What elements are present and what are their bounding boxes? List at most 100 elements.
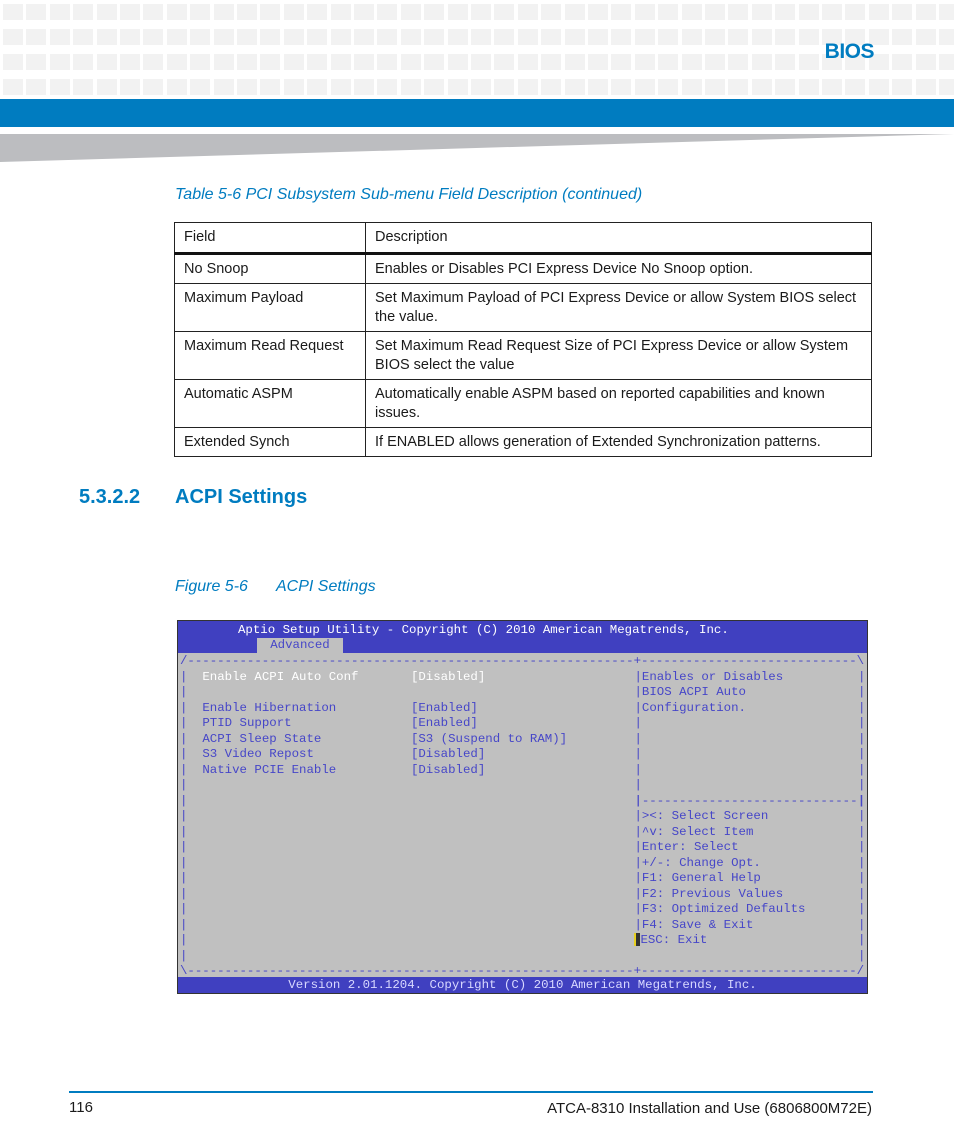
key-legend-item: +/-: Change Opt.: [641, 855, 761, 870]
section-heading: 5.3.2.2 ACPI Settings: [79, 486, 307, 509]
pattern-square: [892, 29, 913, 45]
pattern-square: [588, 4, 608, 20]
setting-value[interactable]: [Disabled]: [411, 670, 485, 686]
pattern-square: [26, 29, 47, 45]
pattern-square: [494, 29, 515, 45]
setting-name[interactable]: S3 Video Repost: [202, 747, 314, 763]
setting-name[interactable]: Native PCIE Enable: [202, 763, 336, 779]
key-legend-item: ^v: Select Item: [641, 824, 754, 839]
pattern-square: [728, 29, 749, 45]
border-divider: |: [634, 809, 642, 823]
setting-name[interactable]: ACPI Sleep State: [202, 732, 321, 748]
field-cell: Maximum Read Request: [174, 331, 366, 380]
tab-advanced[interactable]: Advanced: [257, 638, 343, 653]
pattern-square: [447, 79, 468, 95]
border-left: |: [180, 778, 188, 792]
pattern-square: [330, 79, 351, 95]
setting-name[interactable]: PTID Support: [202, 716, 291, 732]
border-left: |: [180, 809, 188, 823]
setting-value[interactable]: [S3 (Suspend to RAM)]: [411, 732, 567, 748]
pattern-square: [915, 29, 936, 45]
pattern-square: [26, 4, 47, 20]
border-right: |: [857, 809, 866, 823]
border-right: |: [857, 855, 866, 870]
pattern-square: [564, 29, 585, 45]
pattern-square: [260, 29, 281, 45]
pattern-square: [237, 54, 257, 70]
pattern-square: [377, 29, 398, 45]
pattern-square: [400, 29, 421, 45]
pattern-square: [471, 79, 491, 95]
pattern-square: [845, 4, 866, 20]
border-right: |: [857, 700, 866, 715]
border-right: |: [857, 824, 866, 839]
pattern-square: [611, 54, 632, 70]
key-legend-item: F2: Previous Values: [641, 886, 784, 901]
border-divider: |: [634, 886, 642, 901]
border-left: |: [180, 886, 188, 901]
pattern-square: [49, 29, 70, 45]
border-right: |: [857, 669, 866, 684]
header-band: [0, 99, 954, 127]
pattern-square: [307, 29, 328, 45]
section-number: 5.3.2.2: [79, 486, 141, 508]
pattern-square: [658, 79, 679, 95]
pattern-square: [517, 29, 538, 45]
border-divider: |: [634, 840, 642, 854]
pattern-square: [307, 79, 328, 95]
section-label: BIOS: [824, 40, 875, 63]
pattern-square: [728, 54, 749, 70]
setting-name[interactable]: Enable ACPI Auto Conf: [202, 670, 358, 686]
pattern-square: [424, 29, 445, 45]
pattern-square: [237, 29, 257, 45]
pattern-square: [190, 54, 211, 70]
table-row: Extended Synch If ENABLED allows generat…: [174, 427, 872, 457]
pattern-square: [915, 54, 936, 70]
border-left: |: [180, 824, 188, 839]
description-cell: If ENABLED allows generation of Extended…: [365, 427, 872, 457]
pattern-square: [354, 29, 374, 45]
pattern-square: [564, 79, 585, 95]
setting-value[interactable]: [Enabled]: [411, 701, 478, 717]
setting-value[interactable]: [Disabled]: [411, 763, 485, 779]
pattern-square: [634, 54, 655, 70]
key-legend-item: ><: Select Screen: [641, 809, 769, 823]
border-right: |: [857, 917, 866, 932]
help-separator: |-----------------------------|: [634, 793, 865, 808]
border-right: |: [857, 933, 866, 947]
pattern-square: [213, 4, 234, 20]
section-title: ACPI Settings: [175, 486, 308, 508]
bios-title: Aptio Setup Utility - Copyright (C) 2010…: [238, 623, 729, 637]
description-cell: Set Maximum Read Request Size of PCI Exp…: [365, 331, 872, 380]
pattern-square: [775, 4, 796, 20]
pattern-square: [611, 4, 632, 20]
bios-screenshot: Aptio Setup Utility - Copyright (C) 2010…: [177, 620, 868, 994]
pattern-square: [658, 4, 679, 20]
pattern-square: [541, 4, 562, 20]
pattern-square: [330, 4, 351, 20]
pattern-square: [471, 29, 491, 45]
pattern-square: [166, 79, 187, 95]
border-right: |: [857, 886, 866, 901]
border-left: |: [180, 871, 188, 885]
pattern-square: [588, 29, 608, 45]
setting-name[interactable]: Enable Hibernation: [202, 701, 336, 717]
border-left: |: [180, 855, 188, 870]
border-left: |: [180, 917, 188, 932]
pattern-square: [237, 79, 257, 95]
pattern-square: [494, 54, 515, 70]
setting-value[interactable]: [Disabled]: [411, 747, 485, 763]
pattern-square: [213, 79, 234, 95]
figure-caption: Figure 5-6 ACPI Settings: [175, 578, 376, 596]
pattern-square: [705, 4, 725, 20]
setting-value[interactable]: [Enabled]: [411, 716, 478, 732]
help-text: Enables or Disables: [641, 669, 784, 684]
pattern-square: [751, 4, 772, 20]
border-left: |: [180, 716, 188, 730]
pattern-square: [213, 29, 234, 45]
pattern-square: [120, 54, 140, 70]
description-cell: Set Maximum Payload of PCI Express Devic…: [365, 283, 872, 332]
pattern-square: [705, 79, 725, 95]
pattern-square: [354, 79, 374, 95]
border-right: |: [857, 778, 866, 792]
